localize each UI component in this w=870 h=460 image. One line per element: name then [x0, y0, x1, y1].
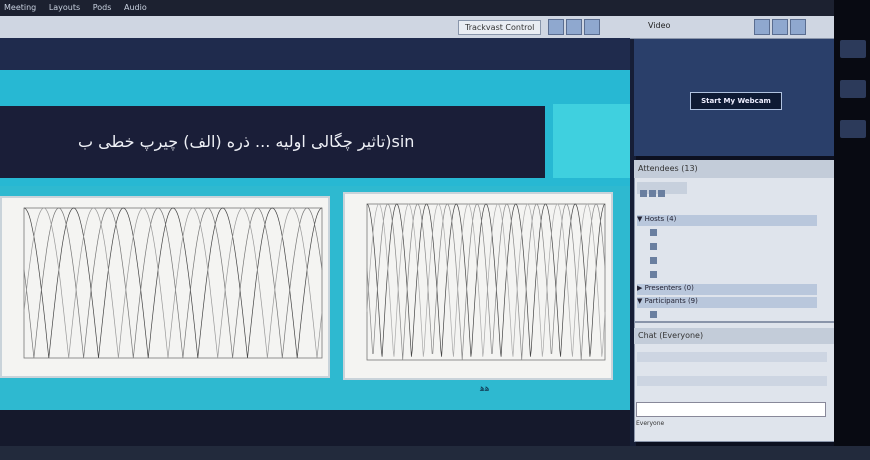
app-icon[interactable]: [840, 40, 866, 58]
menu-item[interactable]: Audio: [124, 3, 147, 12]
attendees-titlebar: Attendees (13): [634, 160, 834, 178]
slide-page-number: ﻫﻫ: [480, 384, 490, 394]
menu-item[interactable]: Pods: [93, 3, 112, 12]
menu-bar: Meeting Layouts Pods Audio: [0, 0, 870, 16]
chat-recipient[interactable]: Everyone: [636, 420, 826, 430]
attendee-item[interactable]: [650, 310, 810, 321]
attendees-title: Attendees (13): [638, 164, 698, 173]
attendee-item[interactable]: [650, 242, 810, 253]
plot-left-svg: [23, 207, 323, 359]
layout-icon[interactable]: [548, 19, 564, 35]
attendee-item[interactable]: [650, 270, 810, 281]
series-line: [366, 203, 606, 357]
plot-right-svg: [366, 203, 606, 361]
attendee-view-toolbar: [637, 182, 687, 197]
grid-icon[interactable]: [790, 19, 806, 35]
share-pod-titlebar: Trackvast Control: [0, 16, 636, 39]
start-webcam-button[interactable]: Start My Webcam: [690, 92, 782, 110]
slide-title: تاثیر چگالی اولیه ... ذره (الف) چیرپ خطی…: [78, 132, 415, 151]
user-icon: [650, 242, 657, 250]
grid-icon[interactable]: [584, 19, 600, 35]
sort-az-icon[interactable]: [658, 190, 665, 197]
attendee-group-participants[interactable]: ▼ Participants (9): [637, 297, 817, 308]
sort-icon[interactable]: [649, 190, 656, 197]
user-icon: [650, 270, 657, 278]
plot-frame: [366, 203, 606, 361]
user-icon: [650, 228, 657, 236]
chat-message: [637, 376, 827, 386]
taskbar: [0, 446, 870, 460]
chat-input[interactable]: [636, 402, 826, 417]
plot-right: [343, 192, 613, 380]
plot-left: [0, 196, 330, 378]
app-icon[interactable]: [840, 120, 866, 138]
list-view-icon[interactable]: [640, 190, 647, 197]
chat-title: Chat (Everyone): [638, 331, 704, 340]
attendee-group-hosts[interactable]: ▼ Hosts (4): [637, 215, 817, 226]
layout-icon[interactable]: [566, 19, 582, 35]
track-control-button[interactable]: Trackvast Control: [458, 20, 542, 35]
side-toolbar: [840, 30, 866, 170]
series-line: [366, 203, 606, 361]
layout-icon[interactable]: [772, 19, 788, 35]
series-line: [23, 207, 323, 359]
attendee-item[interactable]: [650, 228, 810, 239]
slide-footer: [0, 410, 630, 446]
menu-item[interactable]: Layouts: [49, 3, 80, 12]
user-icon: [650, 256, 657, 264]
video-pod-title: Video: [648, 21, 671, 30]
plot-frame: [23, 207, 323, 359]
slide-title-box: تاثیر چگالی اولیه ... ذره (الف) چیرپ خطی…: [0, 106, 545, 178]
chat-message: [637, 352, 827, 362]
attendee-item[interactable]: [650, 256, 810, 267]
series-line: [366, 203, 606, 357]
user-icon: [650, 310, 657, 318]
app-icon[interactable]: [840, 80, 866, 98]
layout-icon[interactable]: [754, 19, 770, 35]
attendee-group-presenters[interactable]: ▶ Presenters (0): [637, 284, 817, 295]
slide-accent-square: [553, 104, 630, 178]
series-line: [23, 207, 323, 359]
chat-titlebar: Chat (Everyone): [634, 328, 834, 344]
series-line: [23, 207, 323, 359]
video-pod-titlebar: Video: [634, 16, 834, 39]
menu-item[interactable]: Meeting: [4, 3, 36, 12]
chat-message: [637, 364, 827, 374]
